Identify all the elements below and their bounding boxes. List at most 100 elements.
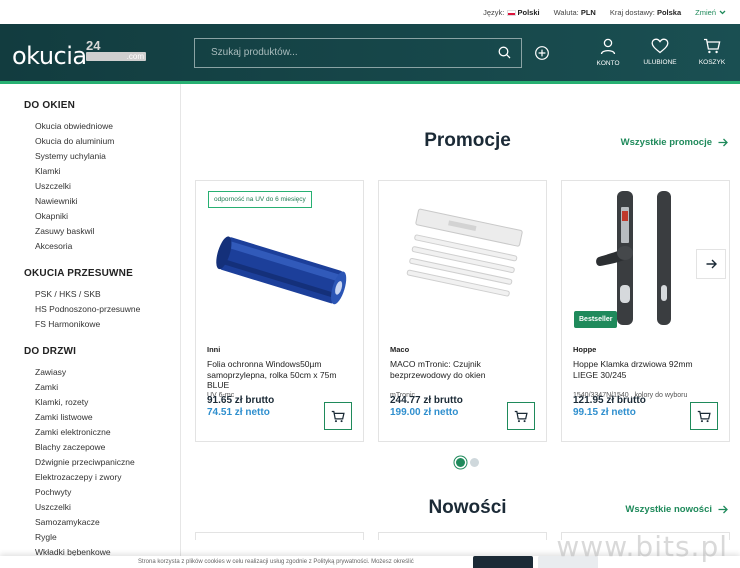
promotions-header: Promocje Wszystkie promocje — [195, 130, 740, 180]
product-brand: Hoppe — [573, 345, 597, 354]
category-item[interactable]: Dźwignie przeciwpaniczne — [35, 455, 180, 470]
category-group-title[interactable]: OKUCIA PRZESUWNE — [24, 268, 180, 279]
product-image[interactable]: odporność na UV do 6 miesięcy — [207, 181, 352, 331]
product-name[interactable]: Folia ochronna Windows50µm samoprzylepna… — [207, 359, 352, 390]
search-bar — [194, 37, 522, 68]
category-item[interactable]: Akcesoria — [35, 239, 180, 254]
product-image[interactable] — [390, 181, 535, 331]
category-list: PSK / HKS / SKB HS Podnoszono-przesuwne … — [24, 287, 180, 332]
carousel-next-button[interactable] — [696, 249, 726, 279]
price-netto: 99.15 zł netto — [573, 407, 636, 418]
currency-selector[interactable]: Waluta: PLN — [554, 8, 596, 17]
uv-badge: odporność na UV do 6 miesięcy — [208, 191, 312, 208]
main-content: Promocje Wszystkie promocje odporność na… — [181, 84, 740, 565]
arrow-right-icon — [718, 505, 728, 514]
promotions-carousel: odporność na UV do 6 miesięcy Inni Folia… — [195, 180, 740, 442]
user-icon — [600, 38, 616, 55]
header-actions: KONTO ULUBIONE KOSZYK — [592, 38, 728, 67]
product-name[interactable]: Hoppe Klamka drzwiowa 92mm LIEGE 30/245 — [573, 359, 718, 389]
category-item[interactable]: Uszczelki — [35, 179, 180, 194]
arrow-right-icon — [706, 259, 717, 269]
category-item[interactable]: Zasuwy baskwil — [35, 224, 180, 239]
cart-icon — [697, 410, 711, 422]
product-price: 121.95 zł brutto 99.15 zł netto — [573, 395, 646, 418]
category-item[interactable]: Blachy zaczepowe — [35, 440, 180, 455]
search-input[interactable] — [211, 47, 498, 58]
arrow-right-icon — [718, 138, 728, 147]
cart-icon — [704, 38, 721, 54]
category-group-title[interactable]: DO OKIEN — [24, 100, 180, 111]
category-item[interactable]: Zamki — [35, 380, 180, 395]
category-item[interactable]: Okucia obwiedniowe — [35, 119, 180, 134]
category-item[interactable]: Zamki elektroniczne — [35, 425, 180, 440]
language-selector[interactable]: Język: Polski — [483, 8, 539, 17]
category-item[interactable]: HS Podnoszono-przesuwne — [35, 302, 180, 317]
category-item[interactable]: Elektrozaczepy i zwory — [35, 470, 180, 485]
cookie-text: Strona korzysta z plików cookies w celu … — [138, 559, 414, 565]
add-circle-icon[interactable] — [534, 45, 550, 61]
heart-icon — [651, 38, 669, 54]
product-price: 91.65 zł brutto 74.51 zł netto — [207, 395, 274, 418]
poland-flag-icon — [506, 9, 516, 16]
logo-domain: .com — [86, 51, 146, 61]
product-brand: Inni — [207, 345, 221, 354]
all-novelties-link[interactable]: Wszystkie nowości — [625, 504, 728, 515]
category-item[interactable]: FS Harmonikowe — [35, 317, 180, 332]
product-price: 244.77 zł brutto 199.00 zł netto — [390, 395, 463, 418]
product-card[interactable]: Maco MACO mTronic: Czujnik bezprzewodowy… — [378, 180, 547, 442]
category-group-title[interactable]: DO DRZWI — [24, 346, 180, 357]
price-brutto: 121.95 zł brutto — [573, 395, 646, 406]
category-item[interactable]: Okapniki — [35, 209, 180, 224]
category-sidebar: DO OKIEN Okucia obwiedniowe Okucia do al… — [0, 84, 181, 565]
account-button[interactable]: KONTO — [592, 38, 624, 67]
carousel-pagination — [195, 458, 740, 467]
category-item[interactable]: Klamki — [35, 164, 180, 179]
category-item[interactable]: Okucia do aluminium — [35, 134, 180, 149]
category-item[interactable]: PSK / HKS / SKB — [35, 287, 180, 302]
add-to-cart-button[interactable] — [507, 402, 535, 430]
carousel-dot[interactable] — [470, 458, 479, 467]
watermark: www.bits.pl — [556, 530, 728, 563]
logo[interactable]: okucia 24 .com — [12, 38, 182, 68]
search-icon[interactable] — [498, 46, 511, 59]
product-card[interactable] — [378, 532, 547, 540]
category-list: Okucia obwiedniowe Okucia do aluminium S… — [24, 119, 180, 254]
cookie-accept-button[interactable] — [473, 556, 533, 568]
category-item[interactable]: Zamki listwowe — [35, 410, 180, 425]
country-selector[interactable]: Kraj dostawy: Polska — [610, 8, 681, 17]
favorites-button[interactable]: ULUBIONE — [643, 38, 677, 67]
add-to-cart-button[interactable] — [690, 402, 718, 430]
price-brutto: 244.77 zł brutto — [390, 395, 463, 406]
category-item[interactable]: Samozamykacze — [35, 515, 180, 530]
product-card[interactable] — [195, 532, 364, 540]
cart-icon — [514, 410, 528, 422]
price-netto: 199.00 zł netto — [390, 407, 459, 418]
page-layout: DO OKIEN Okucia obwiedniowe Okucia do al… — [0, 84, 740, 565]
logo-text: okucia — [12, 41, 87, 70]
product-card[interactable]: odporność na UV do 6 miesięcy Inni Folia… — [195, 180, 364, 442]
top-bar: Język: Polski Waluta: PLN Kraj dostawy: … — [0, 0, 740, 24]
price-brutto: 91.65 zł brutto — [207, 395, 275, 406]
category-item[interactable]: Uszczelki — [35, 500, 180, 515]
category-item[interactable]: Systemy uchylania — [35, 149, 180, 164]
cart-button[interactable]: KOSZYK — [696, 38, 728, 67]
category-item[interactable]: Pochwyty — [35, 485, 180, 500]
all-promotions-link[interactable]: Wszystkie promocje — [621, 137, 728, 148]
change-settings-link[interactable]: Zmień — [695, 8, 726, 17]
site-header: okucia 24 .com KONTO ULUBIONE KOSZYK — [0, 24, 740, 84]
sensor-kit-image — [406, 208, 523, 297]
bestseller-badge: Bestseller — [574, 311, 618, 328]
cart-icon — [331, 410, 345, 422]
product-name[interactable]: MACO mTronic: Czujnik bezprzewodowy do o… — [390, 359, 535, 389]
category-item[interactable]: Klamki, rozety — [35, 395, 180, 410]
chevron-down-icon — [719, 10, 726, 14]
category-item[interactable]: Zawiasy — [35, 365, 180, 380]
product-brand: Maco — [390, 345, 410, 354]
product-card[interactable]: Bestseller Hoppe Hoppe Klamka drzwiowa 9… — [561, 180, 730, 442]
category-item[interactable]: Rygle — [35, 530, 180, 545]
add-to-cart-button[interactable] — [324, 402, 352, 430]
category-item[interactable]: Nawiewniki — [35, 194, 180, 209]
carousel-dot[interactable] — [456, 458, 465, 467]
category-list: Zawiasy Zamki Klamki, rozety Zamki listw… — [24, 365, 180, 560]
price-netto: 74.51 zł netto — [207, 407, 270, 418]
